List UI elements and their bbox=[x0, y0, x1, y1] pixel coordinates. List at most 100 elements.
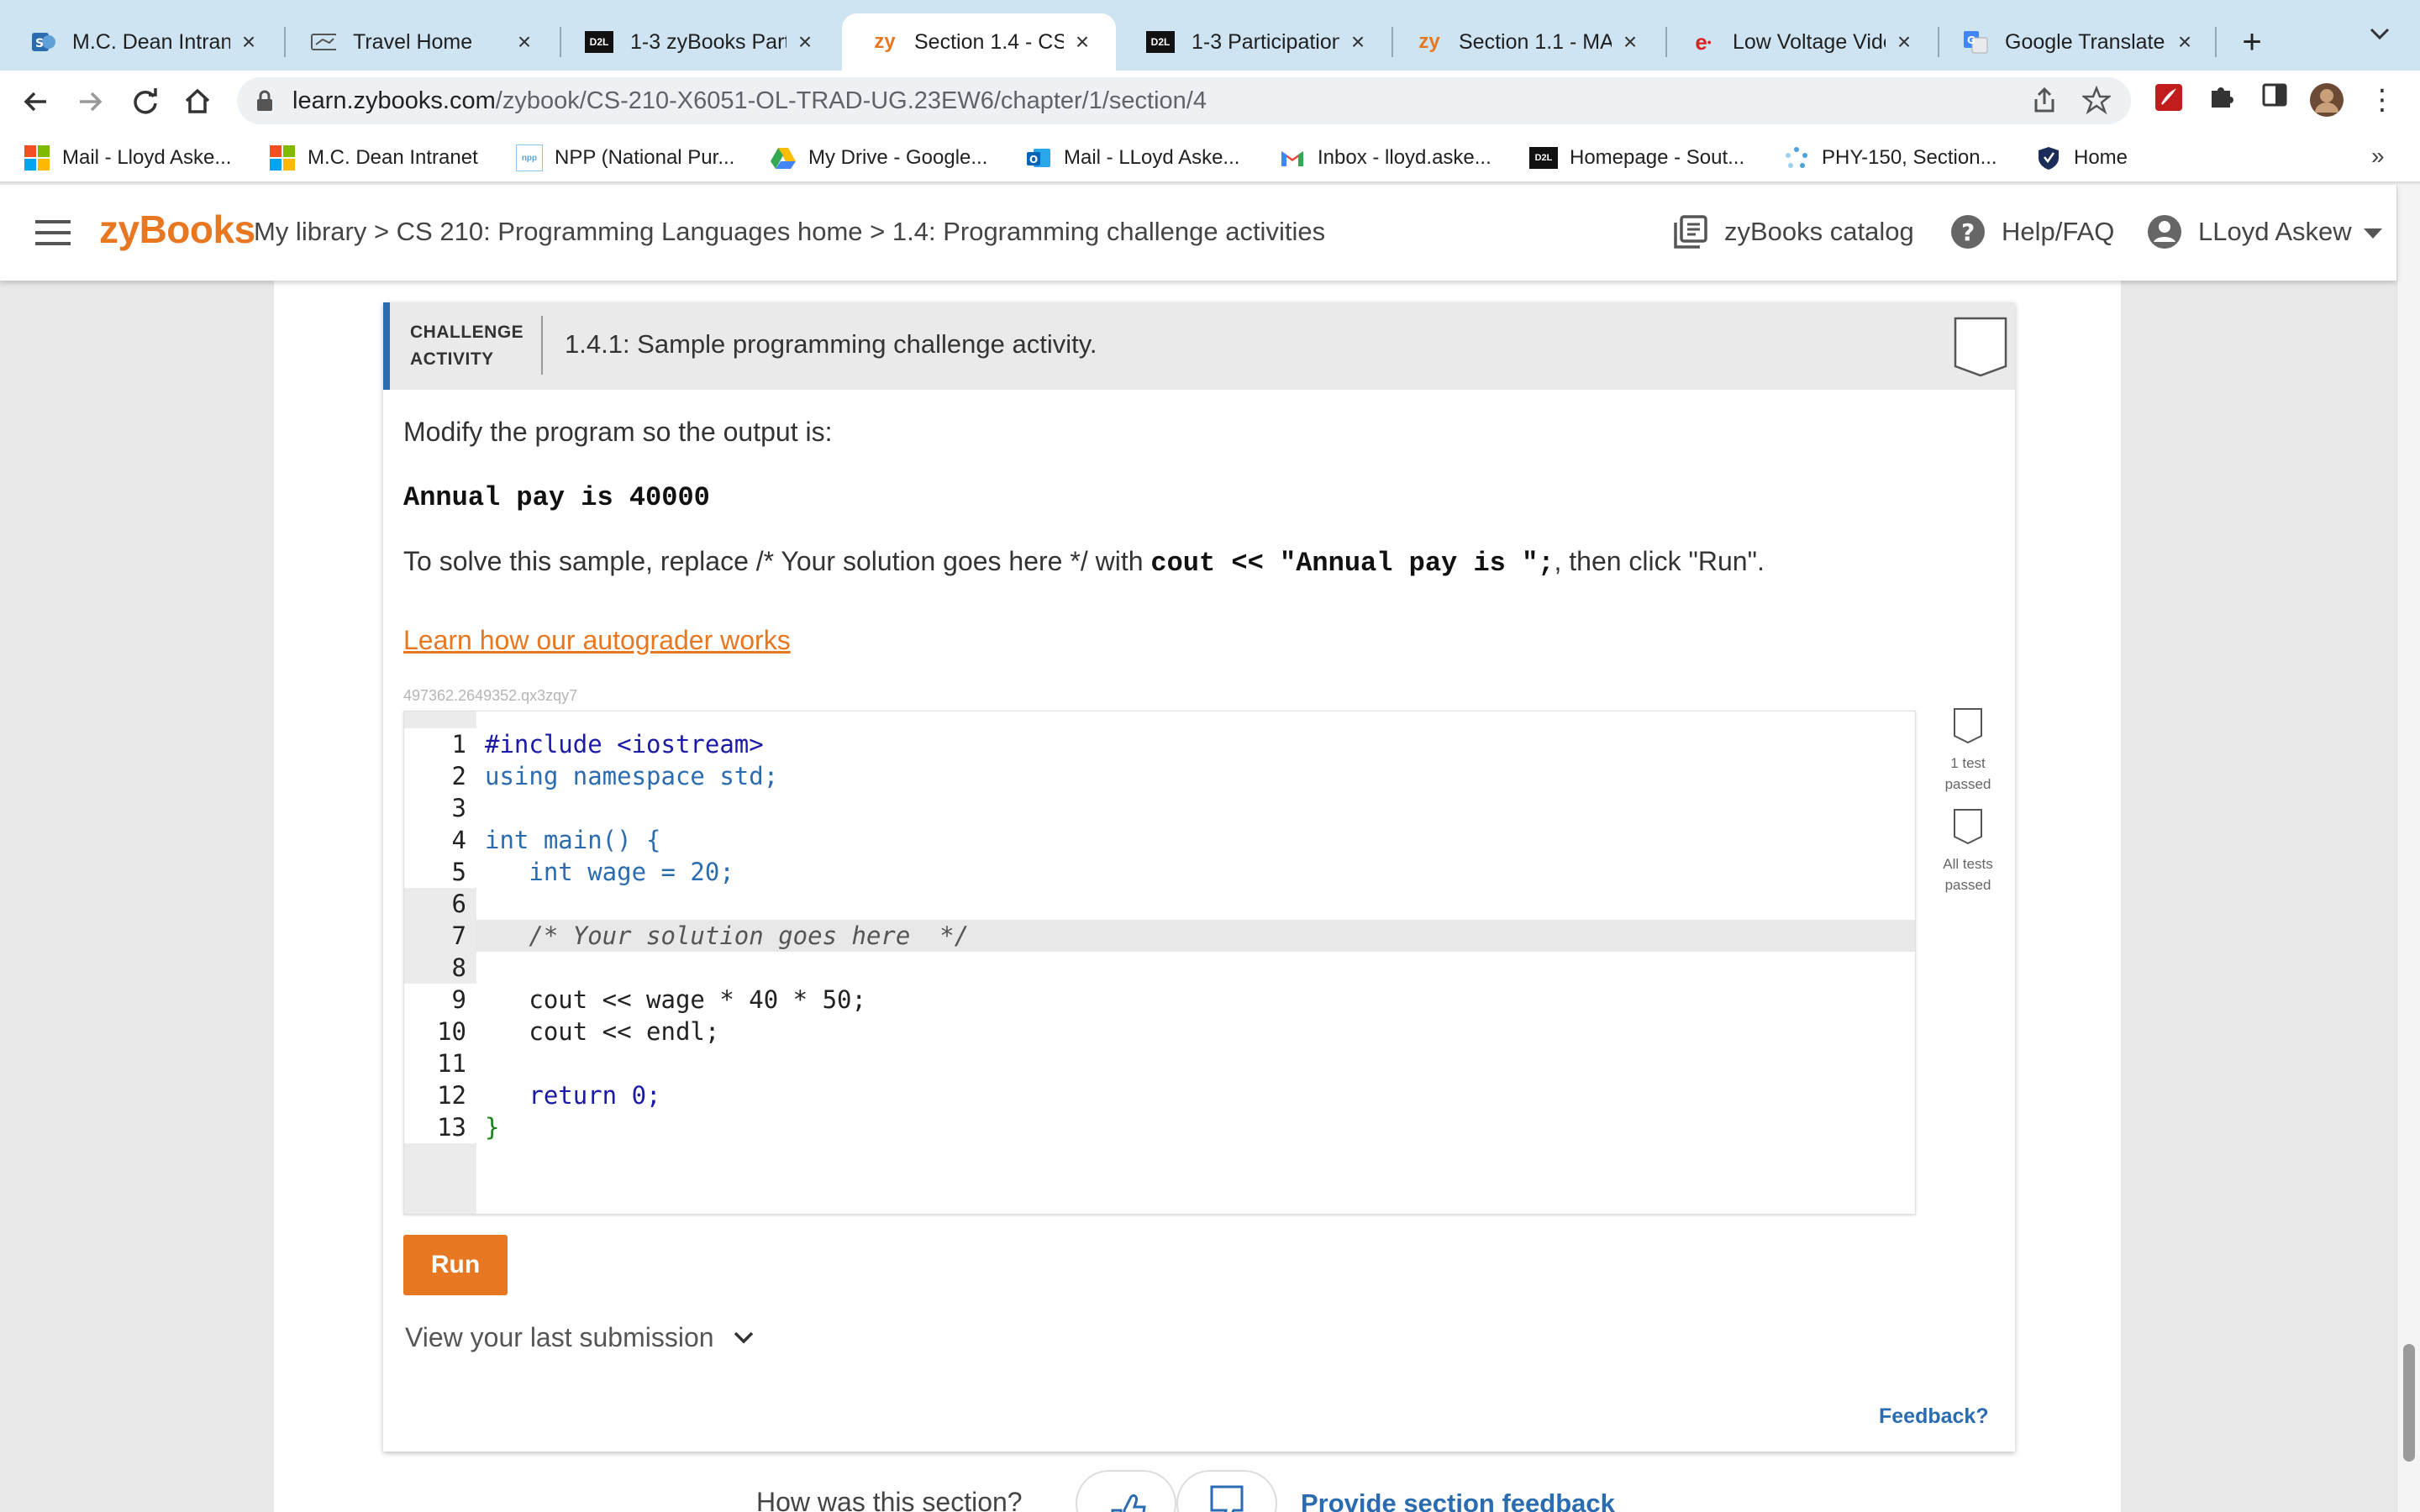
last-submission-label: View your last submission bbox=[405, 1322, 714, 1352]
sharepoint-icon: S bbox=[30, 29, 55, 55]
help-icon: ? bbox=[1949, 213, 1986, 250]
line-number: 10 bbox=[404, 1016, 476, 1047]
browser-tab[interactable]: D2L 1-3 zyBooks Parti × bbox=[555, 13, 839, 71]
line-number: 12 bbox=[404, 1079, 476, 1111]
close-icon[interactable]: × bbox=[1071, 29, 1094, 55]
provide-feedback-link[interactable]: Provide section feedback bbox=[1301, 1488, 1615, 1512]
instruction-text: , then click "Run". bbox=[1554, 546, 1765, 576]
close-icon[interactable]: × bbox=[793, 29, 817, 55]
puzzle-extension-icon[interactable] bbox=[2203, 82, 2238, 118]
d2l-icon: D2L bbox=[585, 31, 613, 53]
line-number: 13 bbox=[404, 1111, 476, 1143]
more-bookmarks-button[interactable]: » bbox=[2371, 143, 2385, 170]
challenge-activity: CHALLENGE ACTIVITY 1.4.1: Sample program… bbox=[383, 302, 2015, 1452]
code-text: cout << wage * 40 * 50; bbox=[485, 985, 866, 1014]
scrollbar-thumb[interactable] bbox=[2403, 1344, 2415, 1462]
catalog-link[interactable]: zyBooks catalog bbox=[1672, 213, 1914, 250]
browser-toolbar: learn.zybooks.com/zybook/CS-210-X6051-OL… bbox=[0, 71, 2420, 133]
code-line[interactable]: #include <iostream> bbox=[485, 728, 764, 760]
bookmark-item[interactable]: D2L Homepage - Sout... bbox=[1529, 143, 1744, 173]
close-icon[interactable]: × bbox=[1892, 29, 1916, 55]
code-line[interactable]: return 0; bbox=[485, 1079, 660, 1111]
url-path: /zybook/CS-210-X6051-OL-TRAD-UG.23EW6/ch… bbox=[495, 87, 1207, 114]
browser-tab[interactable]: e • Low Voltage Vide × bbox=[1660, 13, 1938, 71]
thumbs-down-icon bbox=[1210, 1485, 1244, 1512]
home-icon[interactable] bbox=[176, 81, 218, 123]
line-number: 3 bbox=[404, 792, 476, 824]
chevron-down-icon[interactable] bbox=[2368, 20, 2391, 49]
run-button[interactable]: Run bbox=[403, 1235, 508, 1295]
view-last-submission[interactable]: View your last submission bbox=[405, 1322, 755, 1353]
new-tab-button[interactable]: + bbox=[2235, 18, 2269, 66]
star-icon[interactable] bbox=[2081, 85, 2112, 121]
browser-tab[interactable]: zy Section 1.1 - MAT × bbox=[1386, 13, 1664, 71]
scrollbar[interactable] bbox=[2396, 185, 2420, 1512]
activity-title: 1.4.1: Sample programming challenge acti… bbox=[565, 329, 1097, 359]
code-line[interactable]: } bbox=[485, 1111, 499, 1143]
instruction-text: To solve this sample, replace /* Your so… bbox=[403, 546, 1151, 576]
bookmark-label: Mail - Lloyd Aske... bbox=[62, 146, 232, 169]
tab-title: Google Translate bbox=[2005, 29, 2165, 54]
e-icon: e • bbox=[1695, 29, 1712, 55]
hamburger-menu-icon[interactable] bbox=[35, 220, 71, 245]
close-icon[interactable]: × bbox=[237, 29, 260, 55]
close-icon[interactable]: × bbox=[1346, 29, 1370, 55]
code-line[interactable]: cout << wage * 40 * 50; bbox=[485, 984, 866, 1016]
bookmark-item[interactable]: O Mail - LLoyd Aske... bbox=[1025, 143, 1239, 173]
zybooks-logo[interactable]: zyBooks bbox=[99, 207, 255, 252]
back-arrow-icon[interactable] bbox=[15, 81, 57, 123]
code-text: } bbox=[485, 1113, 500, 1142]
sidebar-icon[interactable] bbox=[2257, 82, 2292, 118]
url-text[interactable]: learn.zybooks.com/zybook/CS-210-X6051-OL… bbox=[292, 87, 1207, 115]
user-menu[interactable]: LLoyd Askew bbox=[2146, 213, 2382, 250]
browser-tab[interactable]: Travel Home × bbox=[281, 13, 558, 71]
tab-title: Section 1.1 - MAT bbox=[1459, 29, 1612, 54]
code-text: /* Your solution goes here */ bbox=[485, 921, 970, 950]
pdf-icon[interactable] bbox=[2151, 82, 2186, 118]
autograder-help-link[interactable]: Learn how our autograder works bbox=[403, 625, 791, 656]
code-editor[interactable]: 1 2 3 4 5 6 7 8 9 10 11 12 13 #include <… bbox=[403, 711, 1916, 1215]
code-text: int main() { bbox=[485, 826, 661, 854]
test-status-icon bbox=[1953, 707, 1983, 744]
bookmark-label: NPP (National Pur... bbox=[555, 146, 735, 169]
d2l-icon: D2L bbox=[1146, 31, 1175, 53]
feedback-link[interactable]: Feedback? bbox=[1879, 1404, 1989, 1429]
line-number: 2 bbox=[404, 760, 476, 792]
bookmark-item[interactable]: PHY-150, Section... bbox=[1783, 143, 1997, 173]
code-line[interactable]: int main() { bbox=[485, 824, 661, 856]
bookmark-item[interactable]: Inbox - lloyd.aske... bbox=[1279, 143, 1491, 173]
close-icon[interactable]: × bbox=[2173, 29, 2196, 55]
line-number: 1 bbox=[404, 728, 476, 760]
bookmark-item[interactable]: npp NPP (National Pur... bbox=[516, 143, 734, 173]
bookmark-label: My Drive - Google... bbox=[808, 146, 988, 169]
browser-tab[interactable]: G Google Translate × bbox=[1933, 13, 2218, 71]
code-line-active[interactable]: /* Your solution goes here */ bbox=[485, 920, 969, 952]
code-line[interactable]: cout << endl; bbox=[485, 1016, 719, 1047]
browser-tab-active[interactable]: zy Section 1.4 - CS 2 × bbox=[842, 13, 1116, 71]
thumbs-up-button[interactable] bbox=[1076, 1470, 1176, 1512]
bookmark-label: Homepage - Sout... bbox=[1570, 146, 1745, 169]
close-icon[interactable]: × bbox=[513, 29, 536, 55]
bookmark-item[interactable]: Home bbox=[2035, 143, 2128, 173]
reload-icon[interactable] bbox=[124, 81, 166, 123]
bookmark-item[interactable]: My Drive - Google... bbox=[770, 143, 987, 173]
forward-arrow-icon[interactable] bbox=[69, 81, 111, 123]
address-bar[interactable]: learn.zybooks.com/zybook/CS-210-X6051-OL… bbox=[237, 77, 2131, 124]
close-icon[interactable]: × bbox=[1618, 29, 1642, 55]
browser-tab[interactable]: D2L 1-3 Participation / × bbox=[1116, 13, 1392, 71]
avatar[interactable] bbox=[2309, 82, 2344, 118]
kebab-menu-icon[interactable]: ⋮ bbox=[2365, 82, 2400, 118]
lock-icon[interactable] bbox=[255, 89, 274, 113]
share-icon[interactable] bbox=[2032, 86, 2057, 121]
bookmark-item[interactable]: M.C. Dean Intranet bbox=[269, 143, 478, 173]
code-line[interactable]: int wage = 20; bbox=[485, 856, 734, 888]
bookmark-label: PHY-150, Section... bbox=[1822, 146, 1997, 169]
bookmark-item[interactable]: Mail - Lloyd Aske... bbox=[24, 143, 231, 173]
breadcrumb[interactable]: My library > CS 210: Programming Languag… bbox=[254, 217, 1325, 247]
browser-tab[interactable]: S M.C. Dean Intrane × bbox=[0, 13, 282, 71]
tab-title: M.C. Dean Intrane bbox=[72, 29, 230, 54]
help-link[interactable]: ? Help/FAQ bbox=[1949, 213, 2114, 250]
code-line[interactable]: using namespace std; bbox=[485, 760, 778, 792]
thumbs-down-button[interactable] bbox=[1176, 1470, 1277, 1512]
outlook-icon: O bbox=[1025, 144, 1052, 171]
